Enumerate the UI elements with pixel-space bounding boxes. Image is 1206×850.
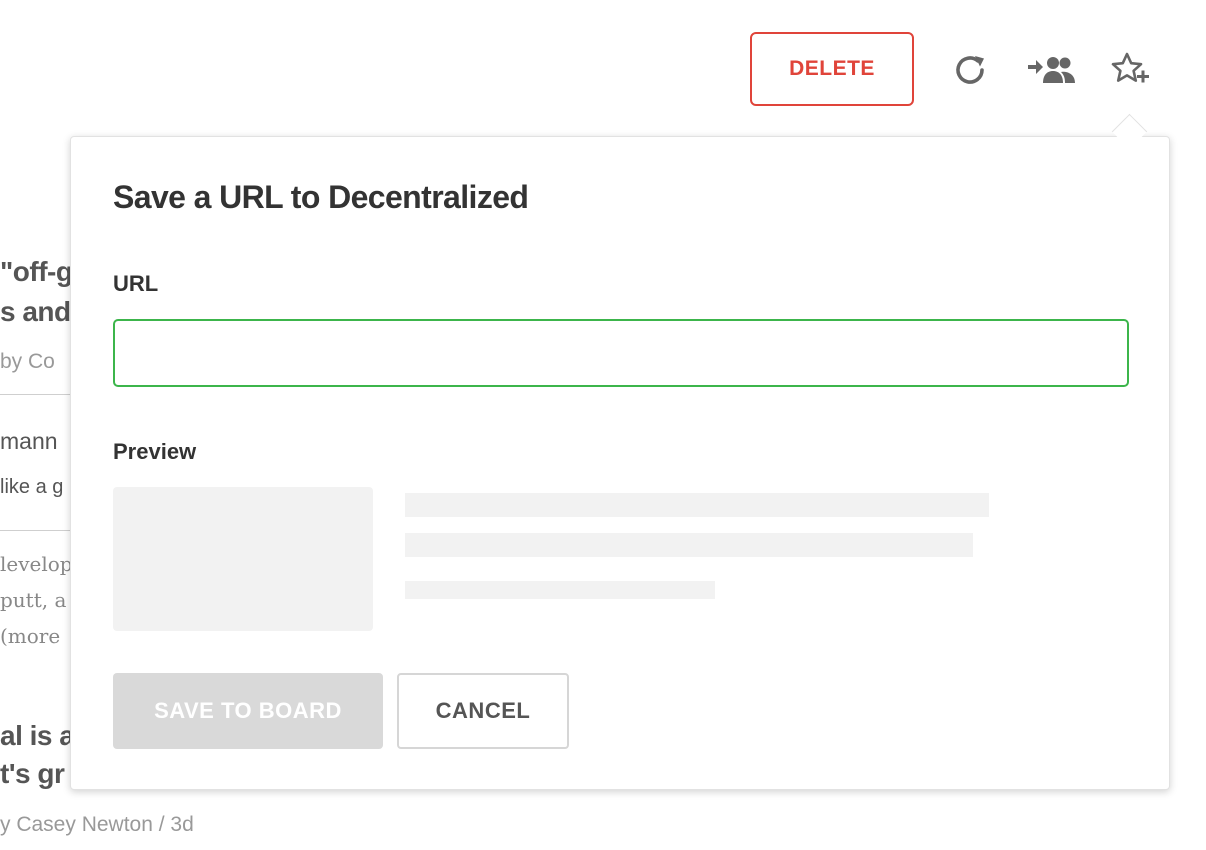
feed-item-meta: y Casey Newton / 3d — [0, 813, 194, 836]
feed-item-more-link[interactable]: (more — [0, 624, 60, 648]
refresh-icon — [951, 51, 989, 89]
save-to-board-button[interactable]: SAVE TO BOARD — [113, 673, 383, 749]
feed-item-meta: by Co — [0, 350, 55, 373]
feed-item-title[interactable]: "off-g — [0, 256, 73, 288]
cancel-button[interactable]: CANCEL — [397, 673, 569, 749]
feed-item-title[interactable]: al is a — [0, 720, 75, 752]
share-users-icon — [1026, 52, 1076, 88]
feed-item-author: mann — [0, 428, 58, 454]
share-with-users-button[interactable] — [1026, 50, 1076, 90]
save-url-dialog: Save a URL to Decentralized URL Preview … — [70, 136, 1170, 790]
preview-label: Preview — [113, 439, 197, 464]
delete-button[interactable]: DELETE — [750, 32, 914, 106]
refresh-button[interactable] — [950, 50, 990, 90]
star-plus-icon — [1110, 50, 1150, 90]
feed-item-title[interactable]: s and — [0, 296, 71, 328]
add-to-favorites-button[interactable] — [1110, 50, 1150, 90]
preview-description-placeholder — [405, 533, 973, 557]
feed-item-body: levelop — [0, 552, 73, 576]
divider — [0, 394, 80, 395]
dialog-title: Save a URL to Decentralized — [113, 179, 529, 215]
divider — [0, 530, 80, 531]
feed-item-snippet: like a g — [0, 476, 64, 498]
feed-item-title[interactable]: t's gr — [0, 758, 65, 790]
feed-item-body: putt, a — [0, 588, 67, 612]
preview-thumbnail-placeholder — [113, 487, 373, 631]
preview-source-placeholder — [405, 581, 715, 599]
preview-title-placeholder — [405, 493, 989, 517]
url-label: URL — [113, 271, 159, 296]
url-input[interactable] — [113, 319, 1129, 387]
